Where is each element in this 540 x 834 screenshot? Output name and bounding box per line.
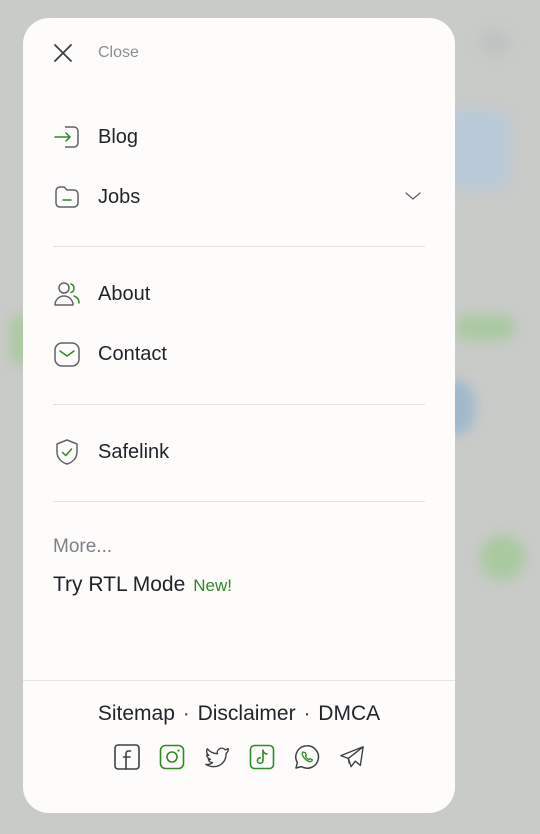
menu-item-jobs[interactable]: Jobs [53,178,425,216]
navigation-drawer: Close Blog Jobs About Contact Safelink M… [23,18,455,813]
menu-item-about[interactable]: About [53,275,425,313]
menu-item-contact[interactable]: Contact [53,335,425,373]
new-badge: New! [193,576,232,595]
more-label[interactable]: More... [53,536,112,558]
dmca-link[interactable]: DMCA [318,702,380,725]
separator: · [303,702,311,725]
menu-item-label: About [98,282,151,305]
instagram-icon[interactable] [159,743,185,771]
tiktok-icon[interactable] [249,743,275,771]
close-icon [53,39,83,67]
divider [53,246,425,247]
telegram-icon[interactable] [339,743,365,771]
menu-item-safelink[interactable]: Safelink [53,433,425,471]
menu-item-label: Jobs [98,185,141,208]
footer-links: Sitemap · Disclaimer · DMCA [23,702,455,726]
sitemap-link[interactable]: Sitemap [98,702,175,725]
background-blob [480,30,510,55]
facebook-icon[interactable] [113,743,140,771]
separator: · [182,702,190,725]
social-links [23,743,455,771]
chevron-down-icon[interactable] [405,188,421,206]
menu-item-blog[interactable]: Blog [53,118,425,156]
close-button[interactable]: Close [53,39,139,67]
twitter-icon[interactable] [204,743,230,771]
menu-item-label: Blog [98,125,139,148]
close-label: Close [98,44,139,61]
background-blob [480,535,525,580]
divider [53,404,425,405]
login-icon [53,122,83,152]
folder-icon [53,182,83,212]
users-icon [53,279,83,309]
mail-icon [53,339,83,369]
divider [53,501,425,502]
rtl-mode-label: Try RTL Mode [53,573,186,596]
rtl-mode-toggle[interactable]: Try RTL Mode New! [53,573,232,597]
whatsapp-icon[interactable] [294,743,320,771]
menu-item-label: Safelink [98,440,170,463]
footer-divider [23,680,455,681]
background-blob [455,315,515,340]
menu-item-label: Contact [98,342,167,365]
disclaimer-link[interactable]: Disclaimer [198,702,296,725]
shield-check-icon [53,437,83,467]
